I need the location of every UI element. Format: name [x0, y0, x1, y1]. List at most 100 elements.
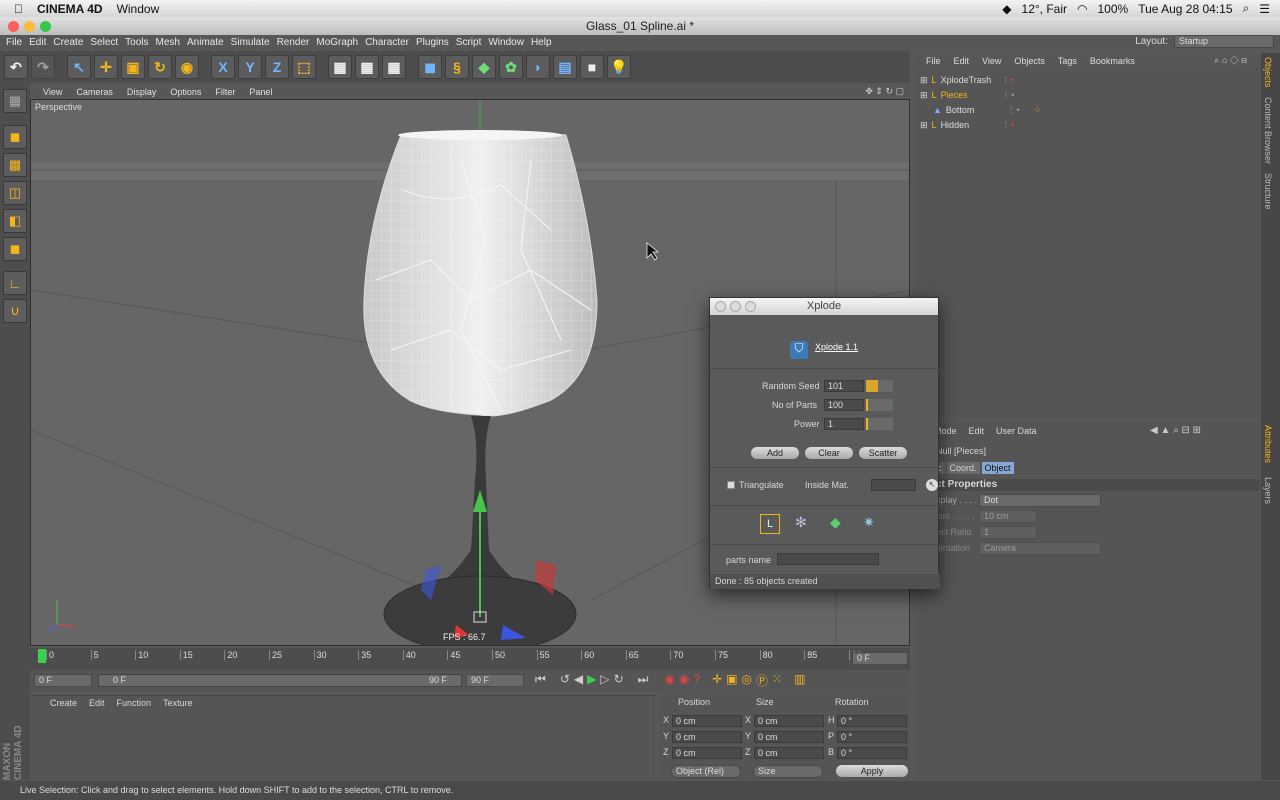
object-menu-bookmarks[interactable]: Bookmarks — [1090, 56, 1148, 66]
recent-tool-icon[interactable]: ◉ — [175, 55, 199, 79]
size-field[interactable]: 0 cm — [754, 715, 824, 727]
autokey-icon[interactable]: ◉ — [679, 672, 689, 689]
apply-button[interactable]: Apply — [836, 765, 908, 777]
range-slider[interactable]: 0 F 90 F — [98, 674, 462, 687]
x-axis-lock-icon[interactable]: X — [211, 55, 235, 79]
points-mode-icon[interactable]: ◫ — [3, 181, 27, 205]
menu-animate[interactable]: Animate — [187, 37, 231, 48]
visibility-dots-icon[interactable]: ⁞ — [1005, 120, 1008, 130]
camera-icon[interactable]: ■ — [580, 55, 604, 79]
menu-edit[interactable]: Edit — [29, 37, 53, 48]
object-name[interactable]: XplodeTrash — [941, 75, 1001, 85]
clock[interactable]: Tue Aug 28 04:15 — [1138, 2, 1232, 16]
material-picker-icon[interactable]: ↖ — [926, 479, 938, 491]
key-position-icon[interactable]: ✛ — [712, 672, 722, 689]
viewport-menu-view[interactable]: View — [36, 87, 69, 97]
notifications-icon[interactable]: ☰ — [1259, 2, 1270, 16]
tab-coord[interactable]: Coord. — [946, 462, 980, 474]
next-frame-icon[interactable]: ▷ — [600, 672, 609, 689]
menu-tools[interactable]: Tools — [125, 37, 155, 48]
wifi-icon[interactable]: ◠ — [1077, 2, 1087, 16]
menu-select[interactable]: Select — [90, 37, 125, 48]
xplode-titlebar[interactable]: Xplode — [710, 298, 938, 315]
render-dot-icon[interactable]: • — [1011, 90, 1014, 100]
random-seed-slider[interactable] — [866, 380, 893, 392]
explode-icon[interactable]: ✷ — [863, 514, 875, 531]
rotate-icon[interactable]: ↻ — [148, 55, 172, 79]
parts-field[interactable]: 100 — [824, 399, 864, 411]
menu-script[interactable]: Script — [456, 37, 489, 48]
end-frame-field[interactable]: 90 F — [466, 674, 524, 687]
menu-simulate[interactable]: Simulate — [231, 37, 277, 48]
material-menu-texture[interactable]: Texture — [163, 698, 193, 708]
go-to-start-icon[interactable]: ⏮ — [535, 672, 546, 689]
object-row[interactable]: ⊞ L Pieces ⁞ • — [920, 88, 1014, 102]
size-mode-dropdown[interactable]: Size — [753, 765, 823, 778]
visibility-dots-icon[interactable]: ⁞ — [1005, 90, 1008, 100]
render-dot-icon[interactable]: • — [1016, 105, 1019, 115]
attr-menu-user-data[interactable]: User Data — [996, 426, 1037, 436]
tab-object[interactable]: Object — [981, 462, 1014, 474]
timeline-ruler[interactable] — [30, 648, 910, 670]
expand-icon[interactable]: ⊞ — [920, 90, 928, 101]
fragments-icon[interactable]: ✻ — [795, 514, 807, 531]
y-axis-lock-icon[interactable]: Y — [238, 55, 262, 79]
object-row[interactable]: ▲ Bottom ⁞ • ⁘ — [920, 103, 1041, 117]
expand-icon[interactable]: ⊞ — [920, 120, 928, 131]
rotation-field[interactable]: 0 ° — [837, 715, 907, 727]
attr-menu-edit[interactable]: Edit — [969, 426, 985, 436]
window-menu[interactable]: Window — [117, 2, 160, 16]
null-parts-icon[interactable]: L — [760, 514, 780, 534]
position-field[interactable]: 0 cm — [672, 715, 742, 727]
timeline-icon[interactable]: ▥ — [794, 672, 805, 689]
menu-character[interactable]: Character — [365, 37, 416, 48]
section-header[interactable]: ct Properties — [934, 479, 1260, 491]
coordinate-mode-dropdown[interactable]: Object (Rel) — [671, 765, 741, 778]
power-slider[interactable] — [866, 418, 893, 430]
model-mode-icon[interactable]: ◼ — [3, 125, 27, 149]
dialog-close-button[interactable] — [715, 301, 726, 312]
dropbox-icon[interactable]: ◆ — [1002, 2, 1011, 16]
scatter-button[interactable]: Scatter — [859, 447, 907, 459]
object-manager-search-icon[interactable]: ⌕ ⌂ ◇ ⊟ — [1214, 55, 1260, 66]
random-seed-field[interactable]: 101 — [824, 380, 864, 392]
live-selection-icon[interactable]: ↖ — [67, 55, 91, 79]
object-menu-view[interactable]: View — [982, 56, 1014, 66]
floor-icon[interactable]: ▤ — [553, 55, 577, 79]
parts-name-field[interactable] — [777, 553, 879, 565]
render-settings-icon[interactable]: ▦ — [382, 55, 406, 79]
layout-dropdown[interactable]: Startup — [1174, 35, 1274, 48]
display-dropdown[interactable]: Dot — [979, 494, 1101, 507]
fracture-icon[interactable]: ◆ — [830, 514, 841, 531]
menu-create[interactable]: Create — [53, 37, 90, 48]
parts-slider[interactable] — [866, 399, 893, 411]
redo-icon[interactable]: ↷ — [31, 55, 55, 79]
clear-button[interactable]: Clear — [805, 447, 853, 459]
menu-render[interactable]: Render — [277, 37, 317, 48]
undo-icon[interactable]: ↶ — [4, 55, 28, 79]
tab-content-browser[interactable]: Content Browser — [1263, 97, 1273, 164]
menu-plugins[interactable]: Plugins — [416, 37, 456, 48]
render-dot-icon[interactable]: • — [1011, 120, 1014, 130]
key-rotation-icon[interactable]: ◎ — [742, 672, 752, 689]
zoom-window-button[interactable] — [40, 21, 51, 32]
move-icon[interactable]: ✛ — [94, 55, 118, 79]
viewport-menu-panel[interactable]: Panel — [242, 87, 279, 97]
next-key-icon[interactable]: ↻ — [614, 672, 624, 689]
render-picture-viewer-icon[interactable]: ▦ — [355, 55, 379, 79]
rotation-field[interactable]: 0 ° — [837, 731, 907, 743]
attribute-nav-icons[interactable]: ◀ ▲ ⌕ ⊟ ⊞ — [1150, 425, 1201, 436]
viewport-menu-cameras[interactable]: Cameras — [69, 87, 120, 97]
menu-help[interactable]: Help — [531, 37, 559, 48]
current-frame-field[interactable]: 0 F — [852, 652, 908, 665]
object-row[interactable]: ⊞ L Hidden ⁞ • — [920, 118, 1014, 132]
snap-icon[interactable]: ∪ — [3, 299, 27, 323]
tab-layers[interactable]: Layers — [1263, 477, 1273, 504]
size-field[interactable]: 0 cm — [754, 731, 824, 743]
scale-icon[interactable]: ▣ — [121, 55, 145, 79]
position-field[interactable]: 0 cm — [672, 731, 742, 743]
dialog-zoom-button[interactable] — [745, 301, 756, 312]
tab-attributes[interactable]: Attributes — [1263, 425, 1273, 463]
expand-icon[interactable]: ⊞ — [920, 75, 928, 86]
go-to-end-icon[interactable]: ⏭ — [638, 672, 649, 689]
